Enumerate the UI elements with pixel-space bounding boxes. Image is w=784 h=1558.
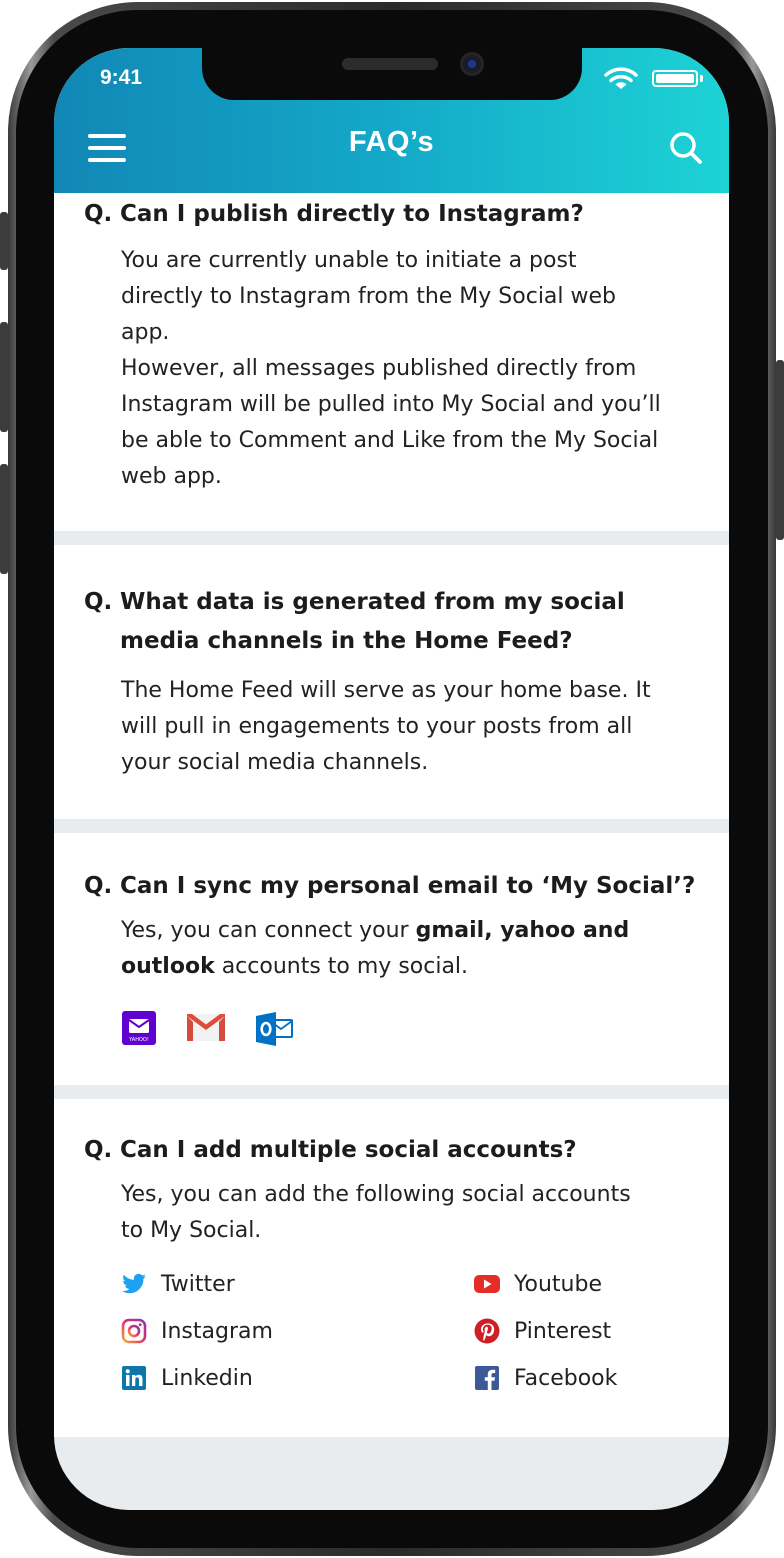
yahoo-label: YAHOO! [128,1037,149,1043]
social-item-linkedin: Linkedin [121,1361,253,1395]
front-camera [460,52,484,76]
social-item-instagram: Instagram [121,1314,273,1348]
speaker-grille [342,58,438,70]
twitter-icon [121,1271,147,1297]
social-item-label: Twitter [161,1271,235,1297]
answer-line: app. [121,320,170,345]
social-item-label: Pinterest [514,1318,612,1344]
faq-answer: Yes, you can connect your gmail, yahoo a… [121,913,711,985]
faq-question: Q. Can I add multiple social accounts? [84,1131,714,1170]
faq-question: Q. What data is generated from my social… [84,583,714,661]
answer-line: outlook accounts to my social. [121,949,711,985]
page-title: FAQ’s [348,126,435,158]
search-icon [670,132,702,164]
answer-bold-text: gmail, yahoo and [415,918,630,943]
question-text: Can I sync my personal email to ‘My Soci… [120,873,696,899]
yahoo-mail-icon: YAHOO! [122,1011,158,1047]
answer-line: directly to Instagram from the My Social… [121,284,617,309]
volume-down-button [0,464,8,574]
faq-card: Q. What data is generated from my social… [54,545,729,819]
gmail-icon [186,1011,225,1047]
question-text: Can I add multiple social accounts? [120,1137,577,1163]
answer-line: your social media channels. [121,750,429,775]
answer-line: Yes, you can add the following social ac… [121,1182,631,1207]
faq-question: Q. Can I sync my personal email to ‘My S… [84,867,714,906]
linkedin-icon [121,1365,147,1391]
answer-text: Yes, you can connect your [121,918,416,943]
faq-card: Q. Can I add multiple social accounts? Y… [54,1099,729,1437]
social-item-label: Instagram [161,1318,273,1344]
pinterest-icon [474,1318,500,1344]
social-item-label: Linkedin [161,1365,253,1391]
outlook-icon [256,1011,293,1047]
wifi-icon [604,67,638,89]
screen: 9:41 FAQ’s Q. Can I publish directly to … [54,48,729,1510]
instagram-icon [121,1318,147,1344]
social-item-label: Facebook [514,1365,618,1391]
social-item-pinterest: Pinterest [474,1314,611,1348]
power-button [776,360,784,540]
faq-answer: Yes, you can add the following social ac… [121,1177,711,1249]
answer-line: Yes, you can connect your gmail, yahoo a… [121,913,711,949]
answer-line: be able to Comment and Like from the My … [121,428,659,453]
battery-tip [700,75,703,82]
volume-up-button [0,322,8,432]
social-item-label: Youtube [514,1271,602,1297]
question-prefix: Q. [84,589,113,615]
app-header: 9:41 FAQ’s [54,48,729,193]
youtube-icon [474,1271,500,1297]
question-prefix: Q. [84,201,113,227]
question-text: Can I publish directly to Instagram? [120,201,584,227]
battery-icon [652,70,698,87]
faq-question: Q. Can I publish directly to Instagram? [84,195,714,234]
answer-line: will pull in engagements to your posts f… [121,714,633,739]
mute-switch [0,212,8,270]
answer-line: The Home Feed will serve as your home ba… [121,678,651,703]
answer-line: However, all messages published directly… [121,356,637,381]
faq-answer: You are currently unable to initiate a p… [121,243,711,495]
phone-notch [202,48,582,100]
status-time: 9:41 [100,66,143,89]
question-text-line: media channels in the Home Feed? [120,628,573,654]
answer-line: Instagram will be pulled into My Social … [121,392,661,417]
question-prefix: Q. [84,873,113,899]
social-item-twitter: Twitter [121,1267,235,1301]
answer-line: to My Social. [121,1218,262,1243]
facebook-icon [474,1365,500,1391]
answer-line: You are currently unable to initiate a p… [121,248,577,273]
social-item-facebook: Facebook [474,1361,617,1395]
question-prefix: Q. [84,1137,113,1163]
search-button[interactable] [668,130,704,166]
answer-text: accounts to my social. [214,954,469,979]
status-icons [602,64,712,90]
faq-answer: The Home Feed will serve as your home ba… [121,673,711,781]
mail-icons: YAHOO! [122,1011,302,1051]
faq-card: Q. Can I publish directly to Instagram? … [54,193,729,531]
social-item-youtube: Youtube [474,1267,602,1301]
question-text-line: What data is generated from my social [120,589,625,615]
answer-bold-text: outlook [121,954,215,979]
answer-line: web app. [121,464,222,489]
